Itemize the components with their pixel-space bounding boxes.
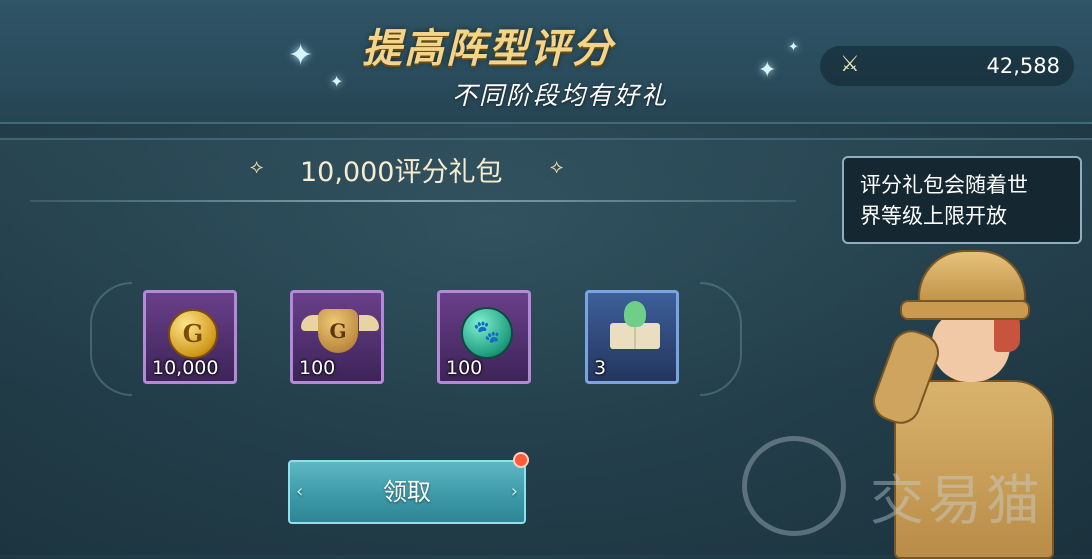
character-hat-brim	[900, 300, 1030, 320]
sparkle-icon: ✦	[758, 58, 777, 83]
cat-logo-icon	[742, 436, 846, 536]
reward-count: 10,000	[152, 357, 219, 379]
reward-item-gold[interactable]: G 10,000	[143, 290, 237, 384]
title-divider	[30, 200, 796, 202]
reward-count: 3	[594, 357, 607, 379]
claim-button-label: 领取	[383, 478, 431, 506]
package-title: 10,000评分礼包	[300, 157, 503, 188]
tooltip-line-2: 界等级上限开放	[860, 204, 1007, 228]
reward-count: 100	[299, 357, 336, 379]
ornament-left-icon: ⟡	[250, 154, 264, 178]
banner-subtitle: 不同阶段均有好礼	[452, 81, 669, 110]
tooltip-line-1: 评分礼包会随着世	[860, 173, 1028, 197]
power-value: 42,588	[986, 54, 1060, 78]
gold-coin-icon: G	[168, 309, 218, 359]
reward-item-paw-token[interactable]: 🐾 100	[437, 290, 531, 384]
sparkle-icon: ✦	[330, 72, 344, 91]
formation-power-display: ⚔ 42,588	[820, 46, 1074, 86]
banner-title: 提高阵型评分	[362, 26, 614, 72]
crossed-swords-icon: ⚔	[840, 52, 860, 77]
chevron-left-icon: ‹	[296, 481, 304, 502]
guild-badge-icon: G	[318, 309, 358, 353]
reward-count: 100	[446, 357, 483, 379]
reward-item-spirit-book[interactable]: 3	[585, 290, 679, 384]
info-tooltip: 评分礼包会随着世 界等级上限开放	[842, 156, 1082, 244]
paw-token-icon: 🐾	[461, 307, 513, 359]
top-banner: ✦ ✦ ✦ ✦ 提高阵型评分 不同阶段均有好礼 ⚔ 42,588	[0, 0, 1092, 124]
notification-dot	[513, 452, 529, 468]
sparkle-icon: ✦	[788, 40, 799, 55]
chevron-right-icon: ›	[510, 481, 518, 502]
ornament-right-icon: ⟡	[550, 154, 564, 178]
reward-item-badge[interactable]: G 100	[290, 290, 384, 384]
watermark-text: 交易猫	[870, 469, 1044, 532]
green-spirit-icon	[624, 301, 646, 327]
claim-button[interactable]: ‹ 领取 ›	[288, 460, 526, 524]
sparkle-icon: ✦	[288, 38, 314, 73]
wing-right-icon	[359, 315, 379, 331]
